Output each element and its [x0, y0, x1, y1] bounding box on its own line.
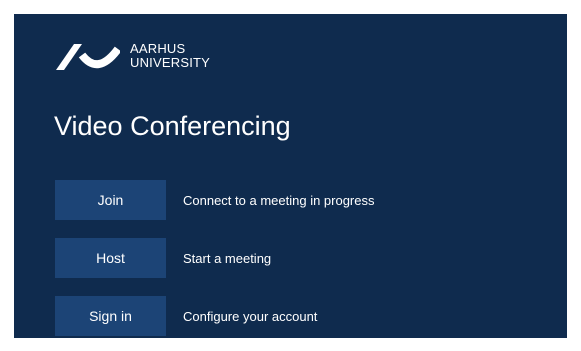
- aarhus-university-logo: AARHUS UNIVERSITY: [56, 40, 210, 72]
- host-description: Start a meeting: [183, 250, 272, 266]
- sign-in-row: Sign in Configure your account: [55, 296, 317, 336]
- host-button[interactable]: Host: [55, 238, 166, 278]
- logo-wordmark: AARHUS UNIVERSITY: [130, 42, 210, 70]
- logo-line-1: AARHUS: [130, 41, 186, 56]
- join-button[interactable]: Join: [55, 180, 166, 220]
- join-description: Connect to a meeting in progress: [183, 192, 375, 208]
- university-logo-icon: [56, 44, 120, 70]
- join-row: Join Connect to a meeting in progress: [55, 180, 375, 220]
- page-title: Video Conferencing: [54, 111, 291, 141]
- video-conferencing-panel: AARHUS UNIVERSITY Video Conferencing Joi…: [14, 14, 567, 338]
- sign-in-description: Configure your account: [183, 308, 318, 324]
- sign-in-button[interactable]: Sign in: [55, 296, 166, 336]
- logo-line-2: UNIVERSITY: [130, 55, 211, 70]
- host-row: Host Start a meeting: [55, 238, 271, 278]
